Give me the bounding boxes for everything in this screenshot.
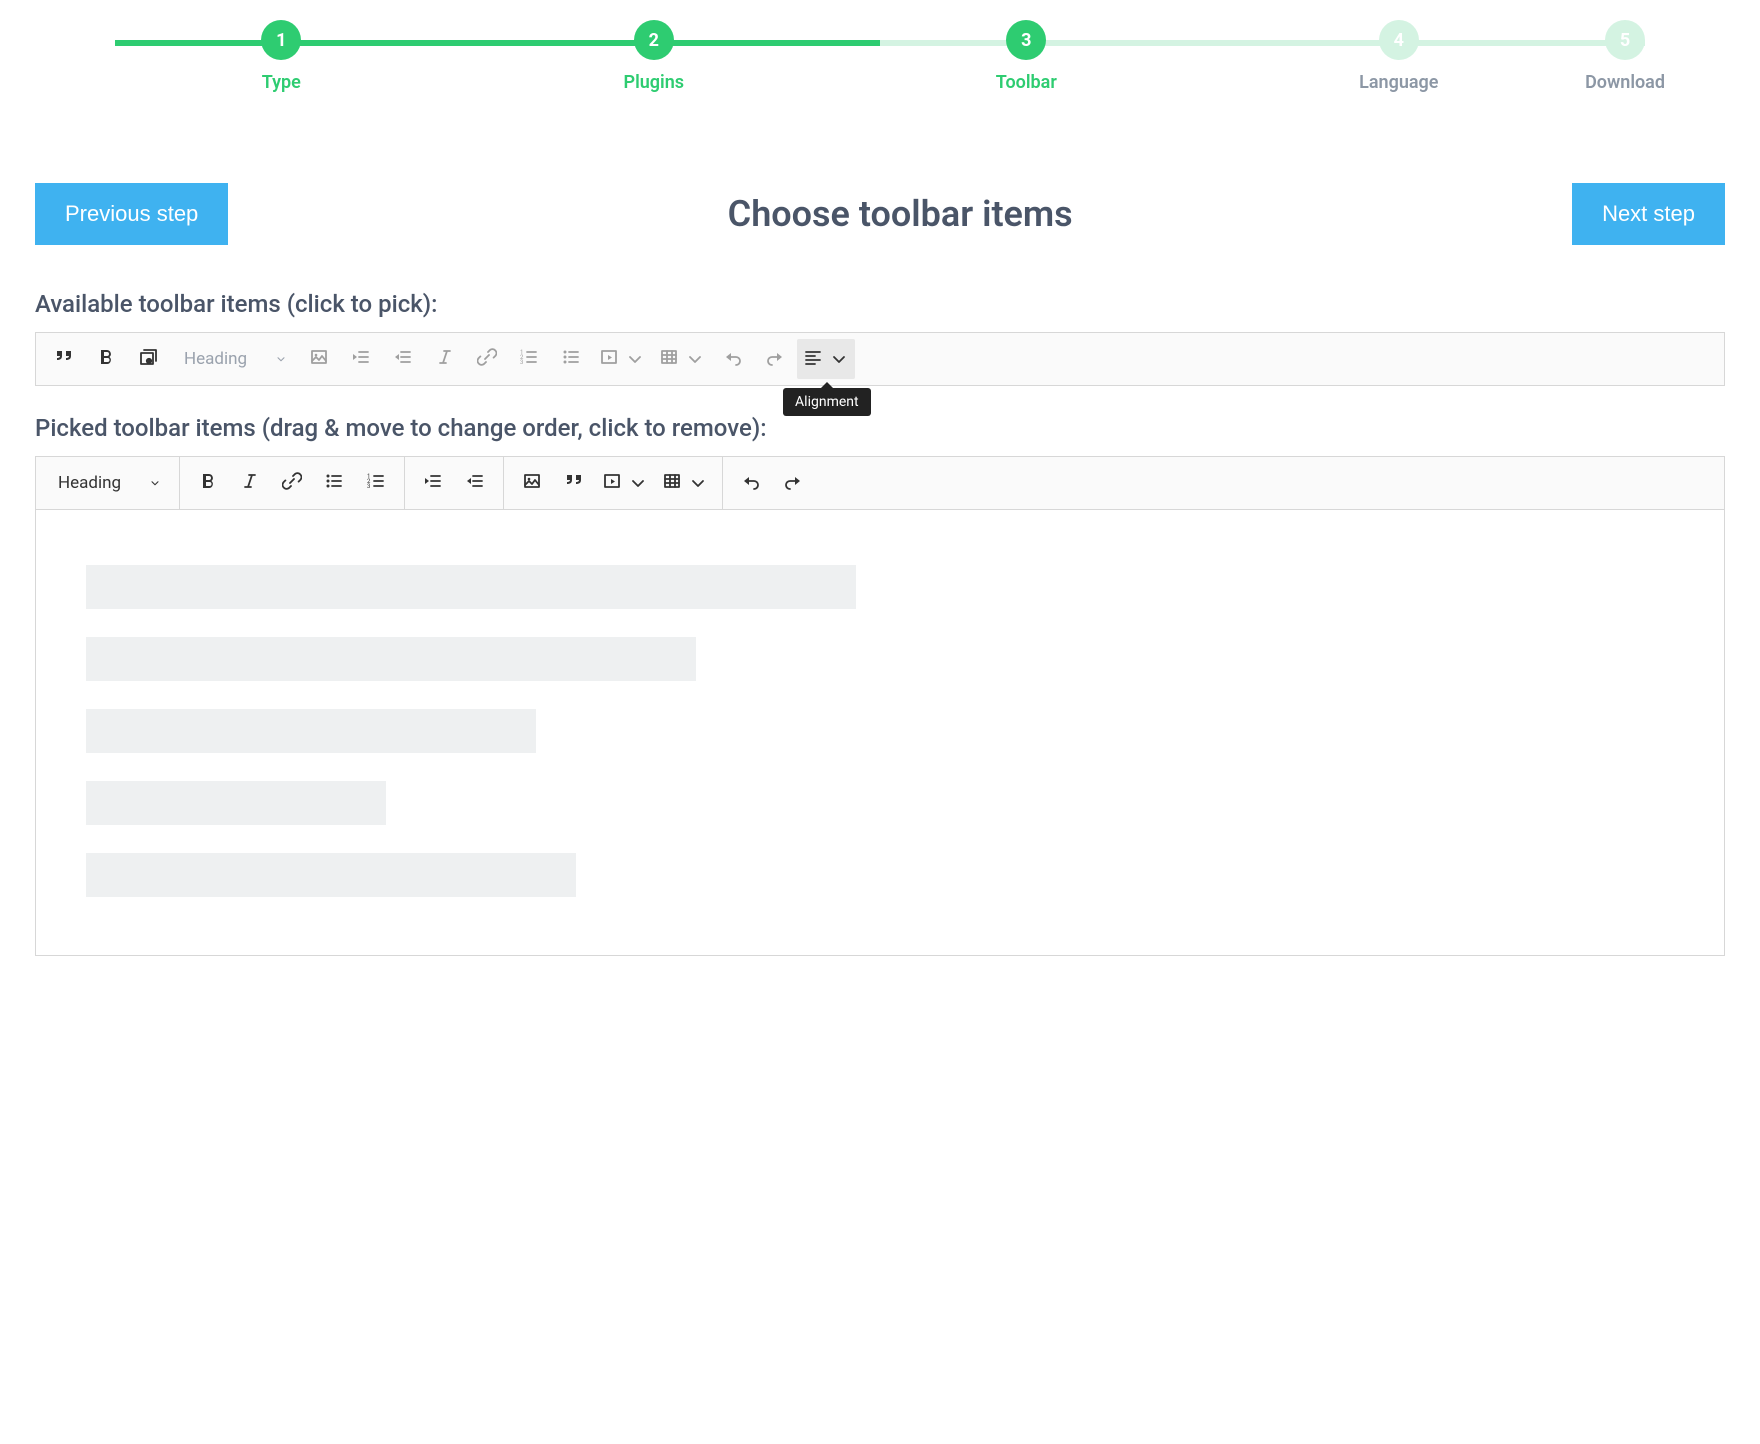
outdent-button[interactable] (455, 463, 495, 503)
image-button[interactable] (299, 339, 339, 379)
step-toolbar[interactable]: 3 Toolbar (840, 20, 1213, 93)
numbered-list-button[interactable] (356, 463, 396, 503)
toolbar-separator (722, 457, 723, 509)
blockquote-icon (54, 347, 74, 371)
placeholder-line (86, 709, 536, 753)
italic-icon (240, 471, 260, 495)
step-line-2-3 (488, 40, 881, 46)
indent-icon (423, 471, 443, 495)
placeholder-line (86, 637, 696, 681)
alignment-button[interactable] (797, 339, 855, 379)
undo-button[interactable] (731, 463, 771, 503)
available-toolbar: HeadingAlignment (35, 332, 1725, 386)
step-circle: 1 (261, 20, 301, 60)
bold-icon (96, 347, 116, 371)
image-icon (309, 347, 329, 371)
indent-button[interactable] (341, 339, 381, 379)
bold-button[interactable] (86, 339, 126, 379)
heading-dropdown-label: Heading (58, 473, 121, 493)
blockquote-icon (564, 471, 584, 495)
bold-button[interactable] (188, 463, 228, 503)
numbered-list-button[interactable] (509, 339, 549, 379)
next-step-button[interactable]: Next step (1572, 183, 1725, 245)
step-line-3-4 (880, 40, 1273, 46)
step-circle: 4 (1379, 20, 1419, 60)
outdent-button[interactable] (383, 339, 423, 379)
redo-icon (765, 347, 785, 371)
bulleted-list-button[interactable] (314, 463, 354, 503)
outdent-icon (465, 471, 485, 495)
step-label: Plugins (624, 72, 685, 93)
media-embed-icon (602, 471, 622, 495)
page-title: Choose toolbar items (728, 193, 1073, 235)
step-label: Download (1585, 72, 1665, 93)
step-label: Type (262, 72, 301, 93)
undo-button[interactable] (713, 339, 753, 379)
numbered-list-icon (366, 471, 386, 495)
numbered-list-icon (519, 347, 539, 371)
media-embed-button[interactable] (593, 339, 651, 379)
toolbar-separator (503, 457, 504, 509)
redo-button[interactable] (755, 339, 795, 379)
italic-button[interactable] (425, 339, 465, 379)
bulleted-list-icon (561, 347, 581, 371)
step-circle: 5 (1605, 20, 1645, 60)
heading-dropdown[interactable]: Heading (44, 463, 171, 503)
media-embed-button[interactable] (596, 463, 654, 503)
heading-dropdown[interactable]: Heading (170, 339, 297, 379)
bold-icon (198, 471, 218, 495)
step-line-1-2 (115, 40, 488, 46)
step-circle: 3 (1006, 20, 1046, 60)
alignment-icon (803, 347, 823, 371)
step-label: Language (1359, 72, 1438, 93)
table-icon (662, 471, 682, 495)
header-row: Previous step Choose toolbar items Next … (35, 183, 1725, 245)
bulleted-list-button[interactable] (551, 339, 591, 379)
editor-canvas[interactable] (35, 509, 1725, 956)
indent-button[interactable] (413, 463, 453, 503)
media-browser-icon (138, 347, 158, 371)
stepper: 1 Type 2 Plugins 3 Toolbar 4 Language 5 … (95, 20, 1665, 93)
available-label: Available toolbar items (click to pick): (35, 290, 1725, 318)
heading-dropdown-label: Heading (184, 349, 247, 369)
placeholder-line (86, 781, 386, 825)
blockquote-button[interactable] (44, 339, 84, 379)
undo-icon (741, 471, 761, 495)
redo-button[interactable] (773, 463, 813, 503)
previous-step-button[interactable]: Previous step (35, 183, 228, 245)
link-button[interactable] (272, 463, 312, 503)
table-icon (659, 347, 679, 371)
placeholder-line (86, 853, 576, 897)
picked-label: Picked toolbar items (drag & move to cha… (35, 414, 1725, 442)
link-icon (477, 347, 497, 371)
step-circle: 2 (634, 20, 674, 60)
placeholder-line (86, 565, 856, 609)
media-browser-button[interactable] (128, 339, 168, 379)
image-icon (522, 471, 542, 495)
toolbar-separator (179, 457, 180, 509)
media-embed-icon (599, 347, 619, 371)
step-type[interactable]: 1 Type (95, 20, 468, 93)
step-label: Toolbar (996, 72, 1057, 93)
toolbar-separator (404, 457, 405, 509)
image-button[interactable] (512, 463, 552, 503)
step-line-4-5 (1273, 40, 1646, 46)
link-icon (282, 471, 302, 495)
bulleted-list-icon (324, 471, 344, 495)
undo-icon (723, 347, 743, 371)
step-download[interactable]: 5 Download (1585, 20, 1665, 93)
step-plugins[interactable]: 2 Plugins (468, 20, 841, 93)
redo-icon (783, 471, 803, 495)
blockquote-button[interactable] (554, 463, 594, 503)
table-button[interactable] (653, 339, 711, 379)
picked-toolbar: Heading (35, 456, 1725, 509)
italic-button[interactable] (230, 463, 270, 503)
outdent-icon (393, 347, 413, 371)
link-button[interactable] (467, 339, 507, 379)
indent-icon (351, 347, 371, 371)
step-language[interactable]: 4 Language (1213, 20, 1586, 93)
table-button[interactable] (656, 463, 714, 503)
italic-icon (435, 347, 455, 371)
tooltip: Alignment (783, 388, 871, 416)
